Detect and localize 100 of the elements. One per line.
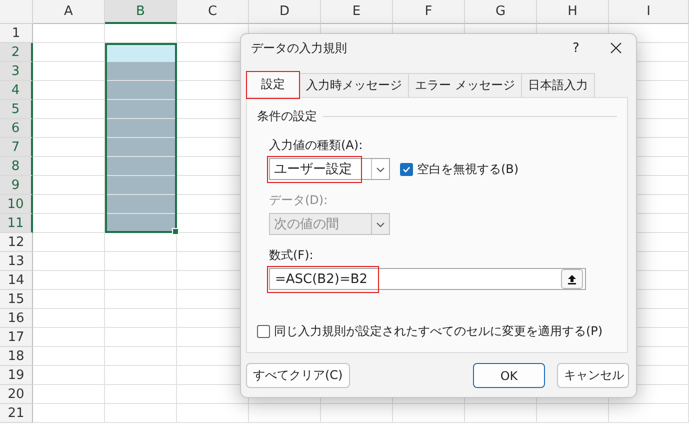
- spreadsheet-cell[interactable]: [33, 271, 105, 290]
- fill-handle[interactable]: [172, 228, 179, 235]
- spreadsheet-cell[interactable]: [33, 290, 105, 309]
- row-header[interactable]: 13: [0, 252, 33, 271]
- checkbox-label: 同じ入力規則が設定されたすべてのセルに変更を適用する(P): [274, 323, 603, 340]
- upload-arrow-icon: [567, 274, 577, 284]
- spreadsheet-cell[interactable]: [105, 157, 177, 176]
- collapse-button[interactable]: [561, 269, 583, 289]
- dialog-button[interactable]: OK: [473, 363, 545, 388]
- checkbox-label: 空白を無視する(B): [417, 160, 519, 178]
- row-header[interactable]: 1: [0, 24, 33, 43]
- column-header[interactable]: B: [105, 0, 177, 24]
- group-title: 条件の設定: [257, 108, 317, 125]
- column-header[interactable]: C: [177, 0, 249, 24]
- spreadsheet-cell[interactable]: [105, 62, 177, 81]
- dropdown-value: ユーザー設定: [273, 161, 353, 178]
- spreadsheet-cell[interactable]: [105, 347, 177, 366]
- row-header[interactable]: 10: [0, 195, 33, 214]
- row-header[interactable]: 14: [0, 271, 33, 290]
- column-header[interactable]: E: [321, 0, 393, 24]
- spreadsheet-cell[interactable]: [33, 138, 105, 157]
- column-header[interactable]: D: [249, 0, 321, 24]
- row-header[interactable]: 19: [0, 366, 33, 385]
- row-header[interactable]: 3: [0, 62, 33, 81]
- row-header[interactable]: 8: [0, 157, 33, 176]
- spreadsheet-cell[interactable]: [105, 100, 177, 119]
- column-header[interactable]: H: [537, 0, 609, 24]
- spreadsheet-cell[interactable]: [33, 252, 105, 271]
- row-header[interactable]: 20: [0, 385, 33, 404]
- tab[interactable]: 設定: [246, 71, 300, 97]
- spreadsheet-cell[interactable]: [33, 157, 105, 176]
- row-header[interactable]: 18: [0, 347, 33, 366]
- spreadsheet-cell[interactable]: [33, 214, 105, 233]
- check-icon: [402, 164, 411, 174]
- spreadsheet-cell[interactable]: [105, 138, 177, 157]
- spreadsheet-cell[interactable]: [105, 271, 177, 290]
- spreadsheet-cell[interactable]: [33, 233, 105, 252]
- column-header[interactable]: I: [609, 0, 689, 24]
- spreadsheet-cell[interactable]: [33, 176, 105, 195]
- column-header[interactable]: A: [33, 0, 105, 24]
- spreadsheet-cell[interactable]: [105, 290, 177, 309]
- spreadsheet-cell[interactable]: [609, 404, 689, 423]
- spreadsheet-cell[interactable]: [105, 176, 177, 195]
- row-header[interactable]: 6: [0, 119, 33, 138]
- spreadsheet-cell[interactable]: [33, 24, 105, 43]
- spreadsheet-cell[interactable]: [177, 404, 249, 423]
- spreadsheet-cell[interactable]: [33, 119, 105, 138]
- spreadsheet-cell[interactable]: [33, 43, 105, 62]
- row-header[interactable]: 16: [0, 309, 33, 328]
- column-header[interactable]: F: [393, 0, 465, 24]
- spreadsheet-cell[interactable]: [33, 195, 105, 214]
- spreadsheet-cell[interactable]: [105, 328, 177, 347]
- dropdown[interactable]: ユーザー設定: [269, 158, 390, 180]
- spreadsheet-cell[interactable]: [105, 385, 177, 404]
- row-header[interactable]: 2: [0, 43, 33, 62]
- checkbox[interactable]: [257, 325, 270, 338]
- row-header[interactable]: 12: [0, 233, 33, 252]
- spreadsheet-cell[interactable]: [33, 404, 105, 423]
- spreadsheet-cell[interactable]: [105, 252, 177, 271]
- field-label: データ(D):: [269, 192, 329, 209]
- dialog-button[interactable]: すべてクリア(C): [246, 363, 350, 388]
- spreadsheet-cell[interactable]: [105, 24, 177, 43]
- dialog-button[interactable]: キャンセル: [557, 363, 629, 388]
- spreadsheet-cell[interactable]: [105, 195, 177, 214]
- field-label: 数式(F):: [269, 247, 314, 264]
- field-label: 入力値の種類(A):: [269, 137, 364, 154]
- spreadsheet-cell[interactable]: [105, 119, 177, 138]
- spreadsheet-cell[interactable]: [393, 404, 465, 423]
- spreadsheet-cell[interactable]: [249, 404, 321, 423]
- row-header[interactable]: 15: [0, 290, 33, 309]
- help-button[interactable]: ?: [556, 40, 596, 56]
- select-all-corner[interactable]: [0, 0, 33, 24]
- spreadsheet-cell[interactable]: [105, 404, 177, 423]
- row-header[interactable]: 9: [0, 176, 33, 195]
- spreadsheet-cell[interactable]: [33, 366, 105, 385]
- row-header[interactable]: 11: [0, 214, 33, 233]
- formula-field[interactable]: =ASC(B2)=B2: [269, 268, 586, 290]
- spreadsheet-cell[interactable]: [105, 366, 177, 385]
- spreadsheet-cell[interactable]: [321, 404, 393, 423]
- spreadsheet-cell[interactable]: [33, 81, 105, 100]
- dialog-title: データの入力規則: [251, 40, 348, 56]
- spreadsheet-cell[interactable]: [33, 62, 105, 81]
- row-header[interactable]: 7: [0, 138, 33, 157]
- spreadsheet-cell[interactable]: [33, 347, 105, 366]
- checkbox[interactable]: [400, 162, 413, 176]
- spreadsheet-cell[interactable]: [105, 309, 177, 328]
- spreadsheet-cell[interactable]: [33, 100, 105, 119]
- spreadsheet-cell[interactable]: [33, 385, 105, 404]
- column-header[interactable]: G: [465, 0, 537, 24]
- spreadsheet-cell[interactable]: [33, 309, 105, 328]
- spreadsheet-cell[interactable]: [33, 328, 105, 347]
- spreadsheet-cell[interactable]: [465, 404, 537, 423]
- dropdown-value: 次の値の間: [273, 216, 340, 233]
- row-header[interactable]: 4: [0, 81, 33, 100]
- spreadsheet-cell[interactable]: [537, 404, 609, 423]
- row-header[interactable]: 5: [0, 100, 33, 119]
- spreadsheet-cell[interactable]: [105, 81, 177, 100]
- row-header[interactable]: 21: [0, 404, 33, 423]
- tab[interactable]: 日本語入力: [520, 73, 595, 97]
- row-header[interactable]: 17: [0, 328, 33, 347]
